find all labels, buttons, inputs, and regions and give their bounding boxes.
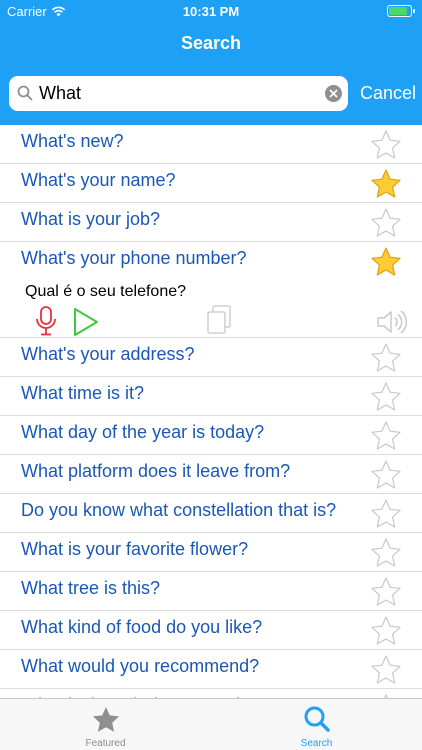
search-field[interactable] bbox=[9, 76, 348, 111]
play-icon[interactable] bbox=[73, 307, 99, 337]
result-text: What's your name? bbox=[21, 170, 176, 190]
star-outline-icon[interactable] bbox=[369, 653, 403, 687]
microphone-icon[interactable] bbox=[35, 306, 57, 336]
result-row[interactable]: What day of the year is today? bbox=[0, 416, 422, 455]
tab-featured-label: Featured bbox=[85, 738, 126, 749]
star-outline-icon[interactable] bbox=[369, 458, 403, 492]
cancel-button[interactable]: Cancel bbox=[360, 83, 416, 104]
result-row[interactable]: What's new? bbox=[0, 125, 422, 164]
search-icon bbox=[17, 85, 33, 101]
tab-bar: Featured Search bbox=[0, 698, 422, 750]
star-outline-icon[interactable] bbox=[369, 536, 403, 570]
result-row[interactable]: Do you know what constellation that is? bbox=[0, 494, 422, 533]
header: Carrier 10:31 PM Search Cancel bbox=[0, 0, 422, 125]
star-outline-icon[interactable] bbox=[369, 419, 403, 453]
tab-search[interactable]: Search bbox=[211, 699, 422, 750]
result-text: What kind of food do you like? bbox=[21, 617, 263, 637]
star-icon bbox=[92, 707, 119, 732]
result-text: What is your favorite flower? bbox=[21, 539, 249, 559]
results-list[interactable]: What's new? What's your name? What is your… bbox=[0, 125, 422, 698]
search-icon bbox=[304, 706, 330, 732]
clear-search-button[interactable] bbox=[325, 85, 342, 102]
result-text: What time is it? bbox=[21, 383, 145, 403]
battery-level bbox=[389, 7, 407, 15]
result-row[interactable]: What is the Wi-Fi password? bbox=[0, 689, 422, 698]
result-row[interactable]: What tree is this? bbox=[0, 572, 422, 611]
search-input[interactable] bbox=[39, 80, 323, 107]
result-row[interactable]: What's your phone number? bbox=[0, 242, 422, 281]
result-text: What is your job? bbox=[21, 209, 161, 229]
result-text: What's new? bbox=[21, 131, 124, 151]
copy-icon[interactable] bbox=[206, 305, 232, 335]
clock: 10:31 PM bbox=[182, 4, 240, 19]
star-outline-icon[interactable] bbox=[369, 497, 403, 531]
result-text: What day of the year is today? bbox=[21, 422, 265, 442]
result-row[interactable]: What kind of food do you like? bbox=[0, 611, 422, 650]
translation-panel: Qual é o seu telefone? bbox=[0, 281, 422, 338]
star-outline-icon[interactable] bbox=[369, 206, 403, 240]
translation-text: Qual é o seu telefone? bbox=[25, 283, 187, 300]
star-filled-icon[interactable] bbox=[369, 245, 403, 279]
star-outline-icon[interactable] bbox=[369, 341, 403, 375]
page-title: Search bbox=[180, 33, 242, 53]
battery-icon bbox=[387, 5, 415, 17]
tab-search-label: Search bbox=[300, 738, 333, 749]
result-text: Do you know what constellation that is? bbox=[21, 500, 337, 520]
result-text: What platform does it leave from? bbox=[21, 461, 291, 481]
star-filled-icon[interactable] bbox=[369, 167, 403, 201]
speaker-icon[interactable] bbox=[376, 309, 410, 335]
result-text: What's your phone number? bbox=[21, 248, 247, 268]
result-row[interactable]: What's your name? bbox=[0, 164, 422, 203]
result-row[interactable]: What is your job? bbox=[0, 203, 422, 242]
result-text: What's your address? bbox=[21, 344, 195, 364]
tab-featured[interactable]: Featured bbox=[0, 699, 211, 750]
result-row[interactable]: What is your favorite flower? bbox=[0, 533, 422, 572]
result-text: What would you recommend? bbox=[21, 656, 260, 676]
result-row[interactable]: What's your address? bbox=[0, 338, 422, 377]
result-row[interactable]: What time is it? bbox=[0, 377, 422, 416]
star-outline-icon[interactable] bbox=[369, 575, 403, 609]
star-outline-icon[interactable] bbox=[369, 128, 403, 162]
result-text: What tree is this? bbox=[21, 578, 161, 598]
star-outline-icon[interactable] bbox=[369, 614, 403, 648]
close-icon bbox=[329, 89, 338, 98]
status-bar: Carrier 10:31 PM bbox=[0, 0, 422, 22]
result-row[interactable]: What would you recommend? bbox=[0, 650, 422, 689]
result-row[interactable]: What platform does it leave from? bbox=[0, 455, 422, 494]
star-outline-icon[interactable] bbox=[369, 380, 403, 414]
